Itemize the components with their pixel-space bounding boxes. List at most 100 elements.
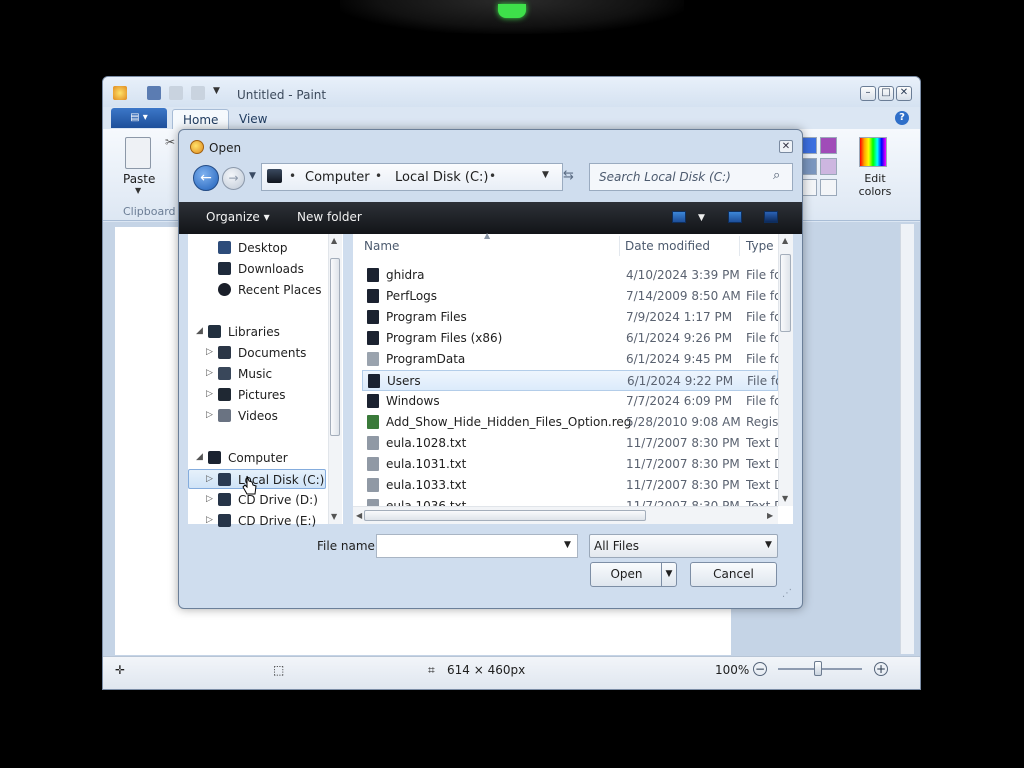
paste-button-label[interactable]: Paste xyxy=(123,172,155,186)
text-file-icon xyxy=(367,499,379,506)
file-type: File fo xyxy=(746,331,778,345)
file-name: Windows xyxy=(386,394,440,408)
zoom-slider-thumb[interactable] xyxy=(814,661,822,676)
folder-icon xyxy=(367,268,379,282)
folder-icon xyxy=(367,289,379,303)
nav-item-cd-drive-e[interactable]: ▷ CD Drive (E:) xyxy=(188,511,328,531)
file-row[interactable]: Program Files 7/9/2024 1:17 PM File fo xyxy=(362,307,778,328)
edit-colors-label[interactable]: Edit colors xyxy=(855,172,895,198)
folder-icon xyxy=(367,394,379,408)
file-type: Text D xyxy=(746,499,778,506)
zoom-out-button[interactable]: − xyxy=(753,662,767,676)
workspace-vertical-scrollbar[interactable] xyxy=(900,224,914,654)
file-date-modified: 6/1/2024 9:26 PM xyxy=(626,331,733,345)
close-button[interactable]: ✕ xyxy=(896,86,912,101)
tab-view[interactable]: View xyxy=(229,109,277,129)
file-type-value: All Files xyxy=(594,539,640,553)
folder-icon xyxy=(368,374,380,388)
cancel-button[interactable]: Cancel xyxy=(690,562,777,587)
selection-size-icon: ⬚ xyxy=(273,663,285,677)
resize-grip-icon[interactable]: ⋰ xyxy=(782,588,792,599)
file-name: Program Files xyxy=(386,310,467,324)
open-options-dropdown-icon[interactable]: ▼ xyxy=(661,563,676,586)
file-name-input[interactable] xyxy=(376,534,578,558)
collapsed-chevron-icon[interactable]: ▷ xyxy=(206,515,213,525)
paint-title-bar xyxy=(103,77,920,107)
file-row[interactable]: PerfLogs 7/14/2009 8:50 AM File fo xyxy=(362,286,778,307)
canvas-dimensions: 614 × 460px xyxy=(447,663,526,677)
file-row[interactable]: Users 6/1/2024 9:22 PM File fo xyxy=(362,370,779,391)
open-dialog: Open ✕ ← → ▼ • Computer • Local Disk (C:… xyxy=(178,129,803,609)
tab-home[interactable]: Home xyxy=(172,109,230,129)
zoom-level: 100% xyxy=(715,663,750,677)
paste-icon[interactable] xyxy=(125,137,151,169)
text-file-icon xyxy=(367,478,379,492)
file-scroll-up-icon[interactable]: ▲ xyxy=(782,236,788,245)
edit-colors-icon[interactable] xyxy=(859,137,887,167)
file-row[interactable]: Program Files (x86) 6/1/2024 9:26 PM File … xyxy=(362,328,778,349)
paste-dropdown-icon[interactable]: ▼ xyxy=(135,186,141,195)
file-name: PerfLogs xyxy=(386,289,438,303)
clipboard-group-label: Clipboard xyxy=(123,205,176,218)
file-row[interactable]: ProgramData 6/1/2024 9:45 PM File fo xyxy=(362,349,778,370)
cd-drive-icon xyxy=(218,514,231,527)
color-swatch-lavender[interactable] xyxy=(820,158,837,175)
file-date-modified: 11/7/2007 8:30 PM xyxy=(626,478,740,492)
file-list-horizontal-thumb[interactable] xyxy=(364,510,646,521)
paint-menu-button[interactable]: ▤ ▾ xyxy=(111,108,167,128)
file-row[interactable]: Windows 7/7/2024 6:09 PM File fo xyxy=(362,391,778,412)
file-name: eula.1033.txt xyxy=(386,478,467,492)
file-name: ghidra xyxy=(386,268,425,282)
save-icon[interactable] xyxy=(147,86,161,100)
file-name: eula.1031.txt xyxy=(386,457,467,471)
registry-file-icon xyxy=(367,415,379,429)
undo-icon[interactable] xyxy=(169,86,183,100)
cursor-position-icon: ✛ xyxy=(115,663,126,677)
file-row[interactable]: eula.1036.txt 11/7/2007 8:30 PM Text D xyxy=(362,496,778,506)
file-name: Users xyxy=(387,374,421,388)
file-name-dropdown-icon[interactable]: ▼ xyxy=(564,540,571,550)
file-row[interactable]: eula.1031.txt 11/7/2007 8:30 PM Text D xyxy=(362,454,778,475)
file-date-modified: 7/9/2024 1:17 PM xyxy=(626,310,733,324)
file-type: File fo xyxy=(746,289,778,303)
file-type: File fo xyxy=(746,310,778,324)
file-scroll-left-icon[interactable]: ◀ xyxy=(356,511,362,520)
folder-icon xyxy=(367,352,379,366)
color-swatch-purple[interactable] xyxy=(820,137,837,154)
file-type: Text D xyxy=(746,457,778,471)
file-name: Add_Show_Hide_Hidden_Files_Option.reg xyxy=(386,415,632,429)
zoom-in-button[interactable]: + xyxy=(874,662,888,676)
file-name: ProgramData xyxy=(386,352,466,366)
file-scroll-down-icon[interactable]: ▼ xyxy=(782,494,788,503)
file-row[interactable]: eula.1033.txt 11/7/2007 8:30 PM Text D xyxy=(362,475,778,496)
redo-icon[interactable] xyxy=(191,86,205,100)
file-row[interactable]: ghidra 4/10/2024 3:39 PM File fo xyxy=(362,265,778,286)
text-file-icon xyxy=(367,436,379,450)
file-scroll-right-icon[interactable]: ▶ xyxy=(767,511,773,520)
nav-scroll-down-icon[interactable]: ▼ xyxy=(331,512,337,521)
file-date-modified: 11/7/2007 8:30 PM xyxy=(626,499,740,506)
file-type: File fo xyxy=(746,352,778,366)
file-type-dropdown-icon[interactable]: ▼ xyxy=(765,540,772,550)
file-type: Text D xyxy=(746,436,778,450)
folder-icon xyxy=(367,310,379,324)
file-date-modified: 7/14/2009 8:50 AM xyxy=(626,289,741,303)
maximize-button[interactable]: □ xyxy=(878,86,894,101)
file-date-modified: 11/7/2007 8:30 PM xyxy=(626,436,740,450)
file-row[interactable]: Add_Show_Hide_Hidden_Files_Option.reg 5/2… xyxy=(362,412,778,433)
file-name: Program Files (x86) xyxy=(386,331,503,345)
file-name: eula.1036.txt xyxy=(386,499,467,506)
minimize-button[interactable]: – xyxy=(860,86,876,101)
color-swatch-empty[interactable] xyxy=(820,179,837,196)
quick-access-dropdown-icon[interactable]: ▼ xyxy=(213,86,220,96)
paint-app-icon[interactable] xyxy=(113,86,127,100)
cut-icon[interactable]: ✂ xyxy=(165,135,175,149)
file-type: File fo xyxy=(746,268,778,282)
file-list-vertical-thumb[interactable] xyxy=(780,254,791,332)
file-date-modified: 6/1/2024 9:22 PM xyxy=(627,374,734,388)
file-type: File fo xyxy=(746,394,778,408)
file-type: Text D xyxy=(746,478,778,492)
folder-icon xyxy=(367,331,379,345)
help-icon[interactable]: ? xyxy=(895,111,909,125)
file-row[interactable]: eula.1028.txt 11/7/2007 8:30 PM Text D xyxy=(362,433,778,454)
